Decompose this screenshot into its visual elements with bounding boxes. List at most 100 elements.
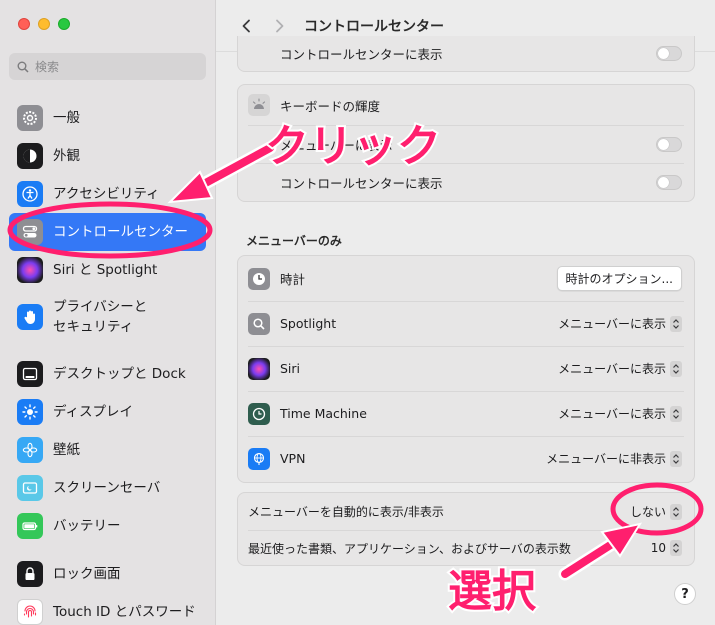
setting-label: VPN xyxy=(280,451,306,466)
siri-icon xyxy=(17,257,43,283)
sidebar-item-appearance[interactable]: 外観 xyxy=(9,137,206,175)
sidebar-item-screensaver[interactable]: スクリーンセーバ xyxy=(9,469,206,507)
updown-icon xyxy=(670,450,682,467)
battery-icon xyxy=(17,513,43,539)
close-button[interactable] xyxy=(18,18,30,30)
setting-label: 最近使った書類、アプリケーション、およびサーバの表示数 xyxy=(248,541,571,556)
sidebar-item-label: Siri と Spotlight xyxy=(53,262,158,278)
spotlight-popup[interactable]: メニューバーに表示 xyxy=(558,315,682,332)
sidebar-item-label: 外観 xyxy=(53,148,80,164)
updown-icon xyxy=(670,315,682,332)
clock-options-button[interactable]: 時計のオプション... xyxy=(556,266,682,291)
search-icon xyxy=(17,61,29,73)
setting-label: コントロールセンターに表示 xyxy=(280,175,443,191)
dock-icon xyxy=(17,361,43,387)
sidebar-item-battery[interactable]: バッテリー xyxy=(9,507,206,545)
sidebar-item-privacy[interactable]: プライバシーと セキュリティ xyxy=(9,289,206,345)
content-pane: コントロールセンター コントロールセンターに表示 キーボードの輝度 メニューバー… xyxy=(216,0,715,625)
setting-row-clock: 時計 時計のオプション... xyxy=(238,256,694,301)
popup-value: メニューバーに表示 xyxy=(558,362,666,376)
control-center-icon xyxy=(17,219,43,245)
fingerprint-icon xyxy=(17,599,43,625)
sidebar-item-wallpaper[interactable]: 壁紙 xyxy=(9,431,206,469)
sidebar: 検索 一般 外観 アクセシビリティ コントロールセンター Siri と Spot… xyxy=(0,0,216,625)
setting-label: Siri xyxy=(280,361,301,376)
time-machine-icon xyxy=(248,402,270,425)
chevron-left-icon xyxy=(242,19,250,32)
forward-button[interactable] xyxy=(268,15,290,37)
control-center-toggle[interactable] xyxy=(656,174,682,190)
chevron-right-icon xyxy=(276,19,284,32)
setting-label: メニューバーを自動的に表示/非表示 xyxy=(248,505,444,519)
sidebar-item-desktop-dock[interactable]: デスクトップと Dock xyxy=(9,355,206,393)
back-button[interactable] xyxy=(236,15,258,37)
popup-value: メニューバーに非表示 xyxy=(546,452,666,466)
sidebar-item-general[interactable]: 一般 xyxy=(9,99,206,137)
annotation-select-label: 選択 xyxy=(446,564,538,619)
sidebar-item-label: プライバシーと セキュリティ xyxy=(53,299,148,335)
popup-value: メニューバーに表示 xyxy=(558,317,666,331)
settings-window: 検索 一般 外観 アクセシビリティ コントロールセンター Siri と Spot… xyxy=(0,0,715,625)
vpn-popup[interactable]: メニューバーに非表示 xyxy=(546,450,682,467)
menubar-toggle[interactable] xyxy=(656,136,682,152)
siri-popup[interactable]: メニューバーに表示 xyxy=(558,360,682,377)
setting-label: Spotlight xyxy=(280,316,337,331)
setting-row-vpn: VPN メニューバーに非表示 xyxy=(238,436,694,481)
screensaver-icon xyxy=(17,475,43,501)
control-center-toggle[interactable] xyxy=(656,46,682,61)
updown-icon xyxy=(670,360,682,377)
sidebar-item-label: スクリーンセーバ xyxy=(53,480,161,496)
setting-label: コントロールセンターに表示 xyxy=(280,47,443,62)
annotation-click-label: クリック xyxy=(263,119,443,174)
prev-module-panel: コントロールセンターに表示 xyxy=(237,36,695,72)
gear-icon xyxy=(17,105,43,131)
vpn-icon xyxy=(248,447,270,470)
appearance-icon xyxy=(17,143,43,169)
sidebar-nav: 一般 外観 アクセシビリティ コントロールセンター Siri と Spotlig… xyxy=(9,99,206,625)
sidebar-item-siri[interactable]: Siri と Spotlight xyxy=(9,251,206,289)
setting-row-time-machine: Time Machine メニューバーに表示 xyxy=(238,391,694,436)
setting-row-siri: Siri メニューバーに表示 xyxy=(238,346,694,391)
sidebar-item-touch-id[interactable]: Touch ID とパスワード xyxy=(9,593,206,625)
setting-label: 時計 xyxy=(280,272,306,287)
accessibility-icon xyxy=(17,181,43,207)
sidebar-item-label: 一般 xyxy=(53,110,80,126)
zoom-button[interactable] xyxy=(58,18,70,30)
siri-icon xyxy=(248,357,270,380)
sidebar-item-control-center[interactable]: コントロールセンター xyxy=(9,213,206,251)
window-controls xyxy=(18,18,70,30)
sidebar-item-label: デスクトップと Dock xyxy=(53,366,186,382)
updown-icon xyxy=(670,540,682,556)
display-icon xyxy=(17,399,43,425)
sidebar-item-label: コントロールセンター xyxy=(53,224,188,240)
sidebar-item-label: ロック画面 xyxy=(53,566,121,582)
setting-row-autohide: メニューバーを自動的に表示/非表示 しない xyxy=(238,493,694,530)
time-machine-popup[interactable]: メニューバーに表示 xyxy=(558,405,682,422)
sidebar-item-display[interactable]: ディスプレイ xyxy=(9,393,206,431)
menubar-only-panel: 時計 時計のオプション... Spotlight メニューバーに表示 Siri … xyxy=(237,255,695,483)
wallpaper-icon xyxy=(17,437,43,463)
sidebar-item-label: アクセシビリティ xyxy=(53,186,160,202)
setting-row: コントロールセンターに表示 xyxy=(238,36,694,71)
search-placeholder: 検索 xyxy=(35,60,60,74)
sidebar-item-lock-screen[interactable]: ロック画面 xyxy=(9,555,206,593)
setting-label: Time Machine xyxy=(280,406,367,421)
recent-count-popup[interactable]: 10 xyxy=(651,540,682,556)
page-title: コントロールセンター xyxy=(304,18,444,35)
section-title: メニューバーのみ xyxy=(246,234,342,248)
sidebar-item-label: ディスプレイ xyxy=(53,404,134,420)
sidebar-item-accessibility[interactable]: アクセシビリティ xyxy=(9,175,206,213)
updown-icon xyxy=(670,503,682,520)
clock-icon xyxy=(248,267,270,290)
setting-row-spotlight: Spotlight メニューバーに表示 xyxy=(238,301,694,346)
sidebar-item-label: 壁紙 xyxy=(53,442,80,458)
hand-icon xyxy=(17,304,43,330)
autohide-popup[interactable]: しない xyxy=(630,503,682,520)
help-button[interactable]: ? xyxy=(674,583,696,605)
spotlight-icon xyxy=(248,312,270,335)
sidebar-item-label: Touch ID とパスワード xyxy=(53,604,196,620)
minimize-button[interactable] xyxy=(38,18,50,30)
lock-icon xyxy=(17,561,43,587)
search-input[interactable]: 検索 xyxy=(9,53,206,80)
popup-value: 10 xyxy=(650,541,666,555)
